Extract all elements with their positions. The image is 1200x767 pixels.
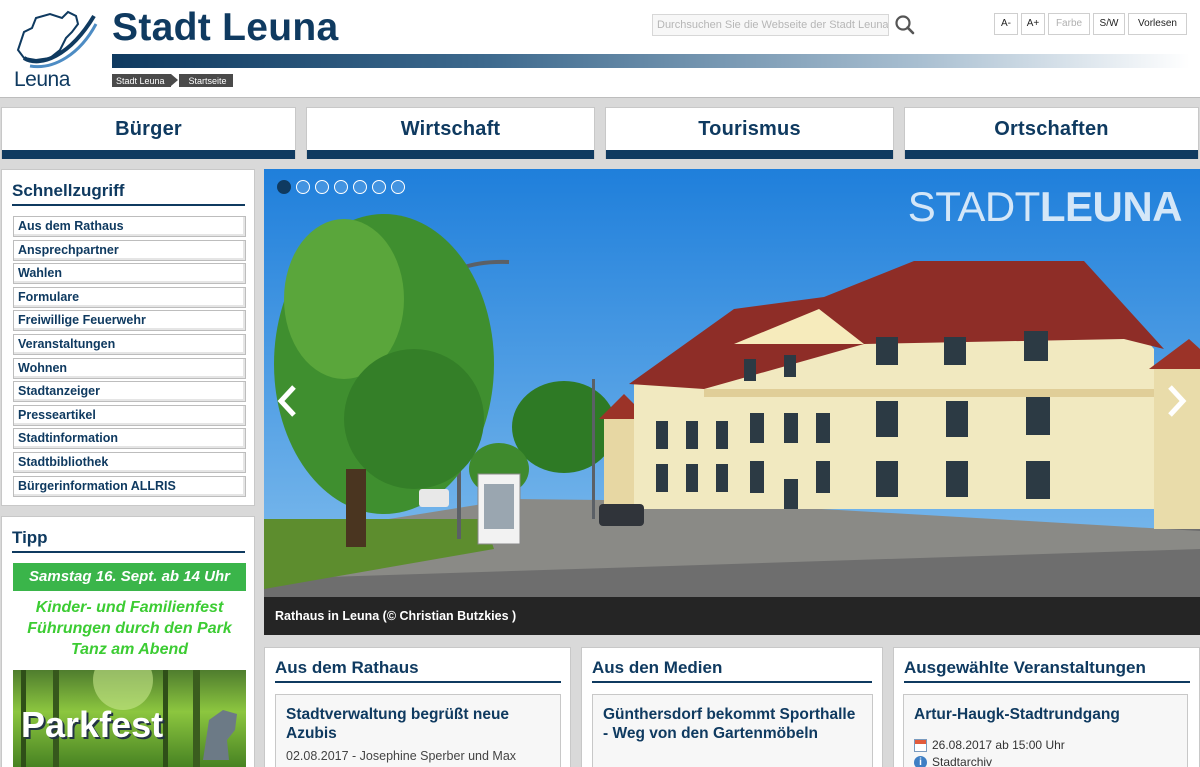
event-date-row: 26.08.2017 ab 15:00 Uhr [914, 738, 1177, 752]
event-card[interactable]: Artur-Haugk-Stadtrundgang 26.08.2017 ab … [903, 694, 1188, 767]
tip-line: Tanz am Abend [70, 641, 189, 658]
quick-link-wahlen[interactable]: Wahlen [13, 263, 246, 285]
logo-text: Leuna [14, 68, 70, 91]
quick-access-title: Schnellzugriff [12, 181, 125, 200]
quick-link-ansprechpartner[interactable]: Ansprechpartner [13, 239, 246, 261]
quick-link-feuerwehr[interactable]: Freiwillige Feuerwehr [13, 310, 246, 332]
quick-access-list: Aus dem Rathaus Ansprechpartner Wahlen F… [13, 216, 246, 499]
tip-title: Tipp [12, 528, 48, 547]
slider-pagination [277, 180, 405, 194]
tip-banner-text: Kinder- und Familienfest Führungen durch… [13, 597, 246, 660]
nav-tab-buerger[interactable]: Bürger [1, 107, 296, 159]
slider-dot[interactable] [277, 180, 291, 194]
quick-link-stadtinformation[interactable]: Stadtinformation [13, 428, 246, 450]
quick-link-wohnen[interactable]: Wohnen [13, 357, 246, 379]
nav-tab-wirtschaft[interactable]: Wirtschaft [306, 107, 595, 159]
info-icon: i [914, 755, 927, 767]
news-card-title[interactable]: Stadtverwaltung begrüßt neue Azubis [286, 705, 550, 743]
font-increase-button[interactable]: A+ [1021, 13, 1045, 35]
section-title: Aus dem Rathaus [275, 658, 419, 677]
leuna-map-icon [16, 10, 98, 69]
nav-tab-ortschaften[interactable]: Ortschaften [904, 107, 1199, 159]
title-divider [12, 551, 245, 553]
slide-watermark: STADTLEUNA [907, 183, 1183, 231]
leuna-logo[interactable]: Leuna [10, 10, 98, 91]
tip-banner[interactable]: Samstag 16. Sept. ab 14 Uhr Kinder- und … [13, 563, 246, 767]
quick-access-panel: Schnellzugriff Aus dem Rathaus Ansprechp… [1, 169, 255, 506]
quick-link-veranstaltungen[interactable]: Veranstaltungen [13, 333, 246, 355]
accessibility-toolbar: A- A+ Farbe S/W Vorlesen [994, 13, 1190, 35]
event-organizer-row: i Stadtarchiv [914, 755, 1177, 767]
title-divider [275, 681, 561, 683]
quick-link-aus-dem-rathaus[interactable]: Aus dem Rathaus [13, 216, 246, 237]
quick-link-stadtanzeiger[interactable]: Stadtanzeiger [13, 381, 246, 403]
slider-dot[interactable] [372, 180, 386, 194]
quick-link-presseartikel[interactable]: Presseartikel [13, 404, 246, 426]
chevron-right-icon[interactable] [1166, 384, 1188, 418]
slider-dot[interactable] [334, 180, 348, 194]
tip-line: Kinder- und Familienfest [35, 599, 224, 616]
calendar-icon [914, 738, 927, 752]
parkfest-title: Parkfest [21, 704, 164, 745]
watermark-bold: LEUNA [1039, 183, 1183, 230]
title-divider [904, 681, 1190, 683]
color-mode-button[interactable]: Farbe [1048, 13, 1090, 35]
nav-tab-label: Wirtschaft [400, 118, 501, 140]
title-divider [592, 681, 872, 683]
breadcrumb: Stadt Leuna Startseite [112, 74, 241, 87]
search-icon[interactable] [894, 14, 916, 36]
search-input[interactable]: Durchsuchen Sie die Webseite der Stadt L… [652, 14, 889, 36]
site-title[interactable]: Stadt Leuna [112, 6, 338, 50]
main-navigation: Bürger Wirtschaft Tourismus Ortschaften [0, 107, 1200, 159]
breadcrumb-item-current[interactable]: Startseite [178, 74, 233, 87]
nav-tab-label: Bürger [115, 118, 182, 140]
nav-tab-label: Ortschaften [994, 118, 1109, 140]
tip-line: Führungen durch den Park [27, 620, 232, 637]
media-card[interactable]: Günthersdorf bekommt Sporthalle - Weg vo… [592, 694, 873, 767]
slider-dot[interactable] [296, 180, 310, 194]
font-decrease-button[interactable]: A- [994, 13, 1018, 35]
black-white-mode-button[interactable]: S/W [1093, 13, 1125, 35]
slide-image-rathaus [264, 169, 1200, 635]
quick-link-allris[interactable]: Bürgerinformation ALLRIS [13, 475, 246, 497]
parkfest-image: Parkfest [13, 670, 246, 767]
section-title: Aus den Medien [592, 658, 723, 677]
chevron-left-icon[interactable] [276, 384, 298, 418]
site-header: Leuna Stadt Leuna Stadt Leuna Startseite… [0, 0, 1200, 98]
tip-banner-date: Samstag 16. Sept. ab 14 Uhr [13, 563, 246, 591]
nav-tab-tourismus[interactable]: Tourismus [605, 107, 894, 159]
title-gradient-bar [112, 54, 1190, 68]
slide-caption: Rathaus in Leuna (© Christian Butzkies ) [264, 597, 1200, 635]
read-aloud-button[interactable]: Vorlesen [1128, 13, 1187, 35]
section-title: Ausgewählte Veranstaltungen [904, 658, 1146, 677]
event-organizer: Stadtarchiv [932, 755, 993, 767]
nav-tab-label: Tourismus [698, 118, 801, 140]
media-card-title[interactable]: Günthersdorf bekommt Sporthalle - Weg vo… [603, 705, 862, 743]
slider-dot[interactable] [353, 180, 367, 194]
quick-link-stadtbibliothek[interactable]: Stadtbibliothek [13, 451, 246, 473]
quick-link-formulare[interactable]: Formulare [13, 286, 246, 308]
title-divider [12, 204, 245, 206]
breadcrumb-item-home[interactable]: Stadt Leuna [112, 74, 178, 87]
tip-panel: Tipp Samstag 16. Sept. ab 14 Uhr Kinder-… [1, 516, 255, 767]
watermark-light: STADT [907, 183, 1041, 230]
hero-slider[interactable]: STADTLEUNA Rathaus in Leuna (© Christian… [264, 169, 1200, 635]
news-card-meta: 02.08.2017 - Josephine Sperber und Max [286, 749, 517, 763]
event-card-title[interactable]: Artur-Haugk-Stadtrundgang [914, 705, 1177, 724]
news-card[interactable]: Stadtverwaltung begrüßt neue Azubis 02.0… [275, 694, 561, 767]
slider-dot[interactable] [315, 180, 329, 194]
event-date: 26.08.2017 ab 15:00 Uhr [932, 738, 1065, 752]
slider-dot[interactable] [391, 180, 405, 194]
